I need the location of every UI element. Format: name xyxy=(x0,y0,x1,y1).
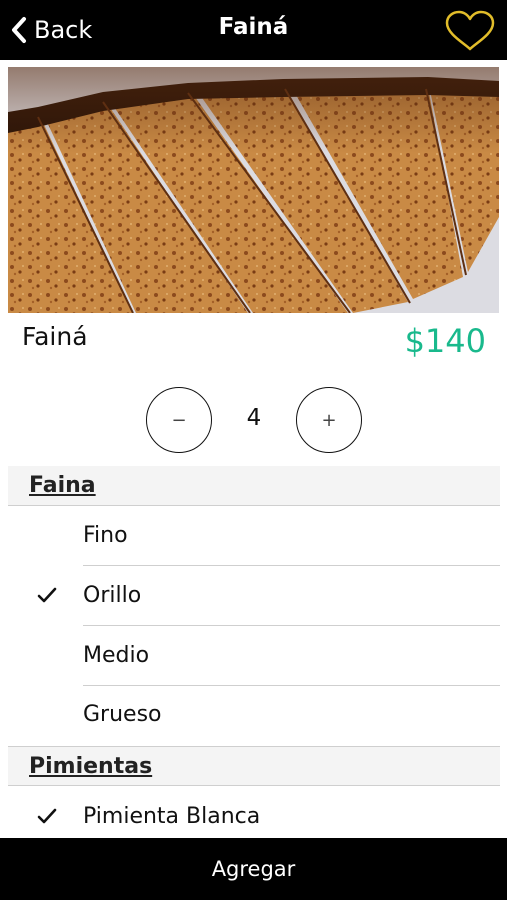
add-button-label: Agregar xyxy=(211,857,296,881)
divider xyxy=(83,625,500,626)
option-label: Pimienta Blanca xyxy=(83,804,261,829)
page-title: Fainá xyxy=(218,14,289,40)
decrease-quantity-button[interactable]: − xyxy=(146,387,212,453)
option-label: Grueso xyxy=(83,702,162,727)
section-header-faina: Faina xyxy=(8,466,500,506)
option-label: Orillo xyxy=(83,583,142,608)
option-medio[interactable]: Medio xyxy=(8,627,500,686)
product-photo xyxy=(8,67,499,313)
option-grueso[interactable]: Grueso xyxy=(8,686,500,745)
section-header-pimientas: Pimientas xyxy=(8,746,500,786)
checkmark-icon xyxy=(37,808,57,824)
option-label: Fino xyxy=(83,523,128,548)
quantity-value: 4 xyxy=(246,405,262,431)
option-fino[interactable]: Fino xyxy=(8,507,500,566)
section-title: Faina xyxy=(29,473,96,498)
option-orillo[interactable]: Orillo xyxy=(8,567,500,626)
product-name: Fainá xyxy=(22,322,88,351)
increase-quantity-button[interactable]: + xyxy=(296,387,362,453)
checkmark-icon xyxy=(37,587,57,603)
option-label: Medio xyxy=(83,643,150,668)
top-bar: Back Fainá xyxy=(0,0,507,60)
section-title: Pimientas xyxy=(29,754,153,779)
heart-outline-icon[interactable] xyxy=(444,9,496,53)
divider xyxy=(83,565,500,566)
add-to-cart-button[interactable]: Agregar xyxy=(0,838,507,900)
product-price: $140 xyxy=(404,322,486,360)
